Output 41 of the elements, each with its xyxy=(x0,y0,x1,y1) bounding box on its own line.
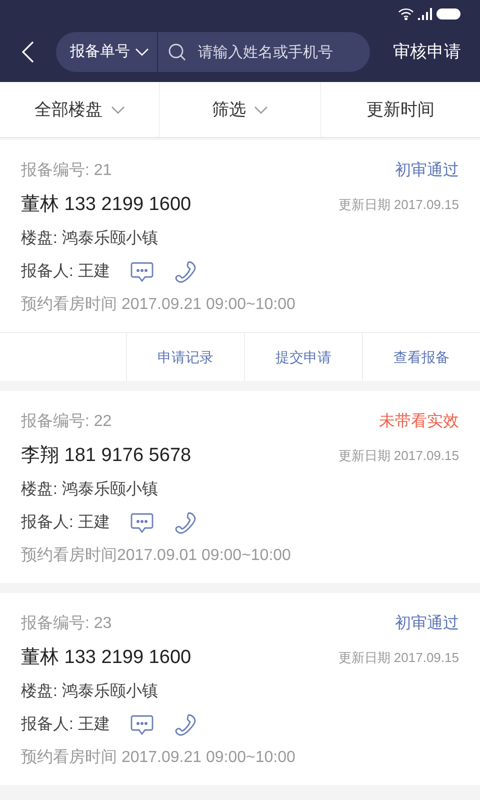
update-date: 更新日期 2017.09.15 xyxy=(338,649,459,668)
record-action-button[interactable]: 申请记录 xyxy=(126,333,244,381)
search-type-dropdown[interactable]: 报备单号 xyxy=(56,32,158,72)
reporter-name: 报备人: 王建 xyxy=(21,714,110,735)
reporter-name: 报备人: 王建 xyxy=(21,262,110,282)
project-name: 楼盘: 鸿泰乐颐小镇 xyxy=(21,682,158,702)
filter-tab[interactable]: 全部楼盘 xyxy=(0,82,160,137)
review-request-button[interactable]: 审核申请 xyxy=(393,39,461,65)
record-action-button[interactable]: 提交申请 xyxy=(244,333,362,381)
search-field[interactable]: 请输入姓名或手机号 xyxy=(158,32,370,72)
update-date: 更新日期 2017.09.15 xyxy=(338,196,459,214)
record-number: 报备编号: 22 xyxy=(21,412,112,432)
record-number: 报备编号: 23 xyxy=(21,614,112,634)
filter-tab[interactable]: 更新时间 xyxy=(320,82,480,137)
battery-icon xyxy=(436,8,462,20)
wifi-icon xyxy=(398,8,414,20)
project-name: 楼盘: 鸿泰乐颐小镇 xyxy=(21,480,158,500)
chat-icon[interactable] xyxy=(130,512,154,534)
record-action-button[interactable]: 查看报备 xyxy=(362,333,480,381)
reporter-name: 报备人: 王建 xyxy=(21,512,110,533)
chevron-down-icon xyxy=(135,48,149,56)
back-icon xyxy=(22,41,34,63)
client-name-phone: 李翔 181 9176 5678 xyxy=(21,444,192,468)
project-name: 楼盘: 鸿泰乐颐小镇 xyxy=(21,228,158,249)
filter-tab[interactable]: 筛选 xyxy=(159,82,320,137)
visit-time: 预约看房时间2017.09.01 09:00~10:00 xyxy=(21,546,291,566)
visit-time: 预约看房时间 2017.09.21 09:00~10:00 xyxy=(21,748,296,768)
client-name-phone: 董林 133 2199 1600 xyxy=(21,646,192,670)
record-status: 未带看实效 xyxy=(379,412,459,432)
visit-time: 预约看房时间 2017.09.21 09:00~10:00 xyxy=(21,294,296,315)
record-number: 报备编号: 21 xyxy=(21,160,112,181)
update-date: 更新日期 2017.09.15 xyxy=(338,447,459,466)
chat-icon[interactable] xyxy=(130,261,154,283)
chat-icon[interactable] xyxy=(130,714,154,736)
phone-icon[interactable] xyxy=(174,713,198,737)
client-name-phone: 董林 133 2199 1600 xyxy=(21,192,192,217)
record-status: 初审通过 xyxy=(395,614,459,634)
signal-icon xyxy=(418,8,432,20)
phone-icon[interactable] xyxy=(174,511,198,535)
phone-icon[interactable] xyxy=(174,260,198,284)
record-status: 初审通过 xyxy=(395,160,459,181)
